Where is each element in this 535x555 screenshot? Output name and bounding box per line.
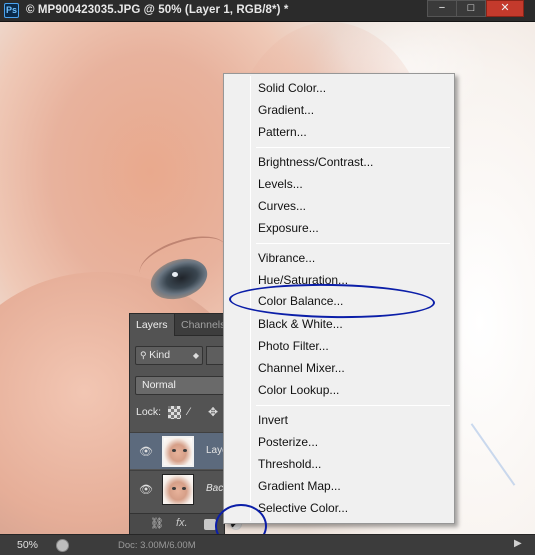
menu-item-brightness-contrast[interactable]: Brightness/Contrast... xyxy=(258,152,450,172)
menu-separator xyxy=(256,243,450,244)
kind-label: Kind xyxy=(149,349,171,361)
panel-tabs: Layers Channels xyxy=(130,314,225,336)
link-icon[interactable]: ⛓ xyxy=(150,517,164,530)
zoom-level[interactable]: 50% xyxy=(17,539,38,551)
visibility-eye-icon[interactable]: 👁 xyxy=(139,445,153,458)
thumb-eye-left xyxy=(172,487,176,490)
menu-item-color-lookup[interactable]: Color Lookup... xyxy=(258,380,450,400)
status-bar: 50% Doc: 3.00M/6.00M ▶ xyxy=(0,534,535,555)
layers-panel-footer: ⛓ fx. xyxy=(130,513,242,535)
menu-item-threshold[interactable]: Threshold... xyxy=(258,454,450,474)
layer-filter-kind-select[interactable]: ⚲ Kind ◆ xyxy=(135,346,203,365)
photo-eye-highlight xyxy=(172,272,178,277)
menu-item-invert[interactable]: Invert xyxy=(258,410,450,430)
status-menu-arrow-icon[interactable]: ▶ xyxy=(514,538,522,549)
menu-item-photo-filter[interactable]: Photo Filter... xyxy=(258,336,450,356)
menu-item-vibrance[interactable]: Vibrance... xyxy=(258,248,450,268)
menu-item-gradient-map[interactable]: Gradient Map... xyxy=(258,476,450,496)
lock-brush-icon[interactable]: ⁄ xyxy=(188,406,201,419)
menu-item-solid-color[interactable]: Solid Color... xyxy=(258,78,450,98)
tab-layers[interactable]: Layers xyxy=(130,314,175,336)
search-icon: ⚲ xyxy=(140,350,150,360)
thumb-eye-left xyxy=(172,449,176,452)
blend-mode-select[interactable]: Normal xyxy=(135,376,225,395)
menu-separator xyxy=(256,147,450,148)
layer-thumbnail xyxy=(162,474,194,505)
thumb-eye-right xyxy=(182,487,186,490)
menu-item-exposure[interactable]: Exposure... xyxy=(258,218,450,238)
menu-item-pattern[interactable]: Pattern... xyxy=(258,122,450,142)
lock-move-icon[interactable]: ✥ xyxy=(208,406,221,419)
menu-item-levels[interactable]: Levels... xyxy=(258,174,450,194)
layer-row[interactable]: 👁 Laye xyxy=(130,432,228,469)
photo-blanket-line xyxy=(470,423,516,486)
lock-label: Lock: xyxy=(136,406,162,418)
minimize-button[interactable]: − xyxy=(427,0,457,17)
chevron-updown-icon: ◆ xyxy=(192,351,199,360)
document-title: © MP900423035.JPG @ 50% (Layer 1, RGB/8*… xyxy=(26,4,289,16)
menu-item-gradient[interactable]: Gradient... xyxy=(258,100,450,120)
title-bar: Ps © MP900423035.JPG @ 50% (Layer 1, RGB… xyxy=(0,0,535,22)
thumb-eye-right xyxy=(183,449,187,452)
maximize-button[interactable]: □ xyxy=(456,0,486,17)
close-button[interactable]: ✕ xyxy=(486,0,524,17)
layer-thumbnail xyxy=(162,436,194,467)
menu-item-selective-color[interactable]: Selective Color... xyxy=(258,498,450,518)
photoshop-window: Ps © MP900423035.JPG @ 50% (Layer 1, RGB… xyxy=(0,0,535,555)
menu-separator xyxy=(256,405,450,406)
menu-item-curves[interactable]: Curves... xyxy=(258,196,450,216)
filter-image-icon[interactable] xyxy=(206,346,224,365)
menu-item-channel-mixer[interactable]: Channel Mixer... xyxy=(258,358,450,378)
visibility-eye-icon[interactable]: 👁 xyxy=(139,483,153,496)
menu-item-posterize[interactable]: Posterize... xyxy=(258,432,450,452)
document-size: Doc: 3.00M/6.00M xyxy=(118,540,196,551)
fx-icon[interactable]: fx. xyxy=(176,517,188,529)
export-status-icon[interactable] xyxy=(56,539,69,552)
lock-transparent-icon[interactable] xyxy=(168,406,181,419)
photoshop-logo-icon: Ps xyxy=(4,3,19,18)
layers-panel: Layers Channels ⚲ Kind ◆ Normal Lock: ⁄ … xyxy=(129,313,242,536)
layer-row[interactable]: 👁 Bac xyxy=(130,470,224,507)
layer-name: Bac xyxy=(206,483,224,494)
